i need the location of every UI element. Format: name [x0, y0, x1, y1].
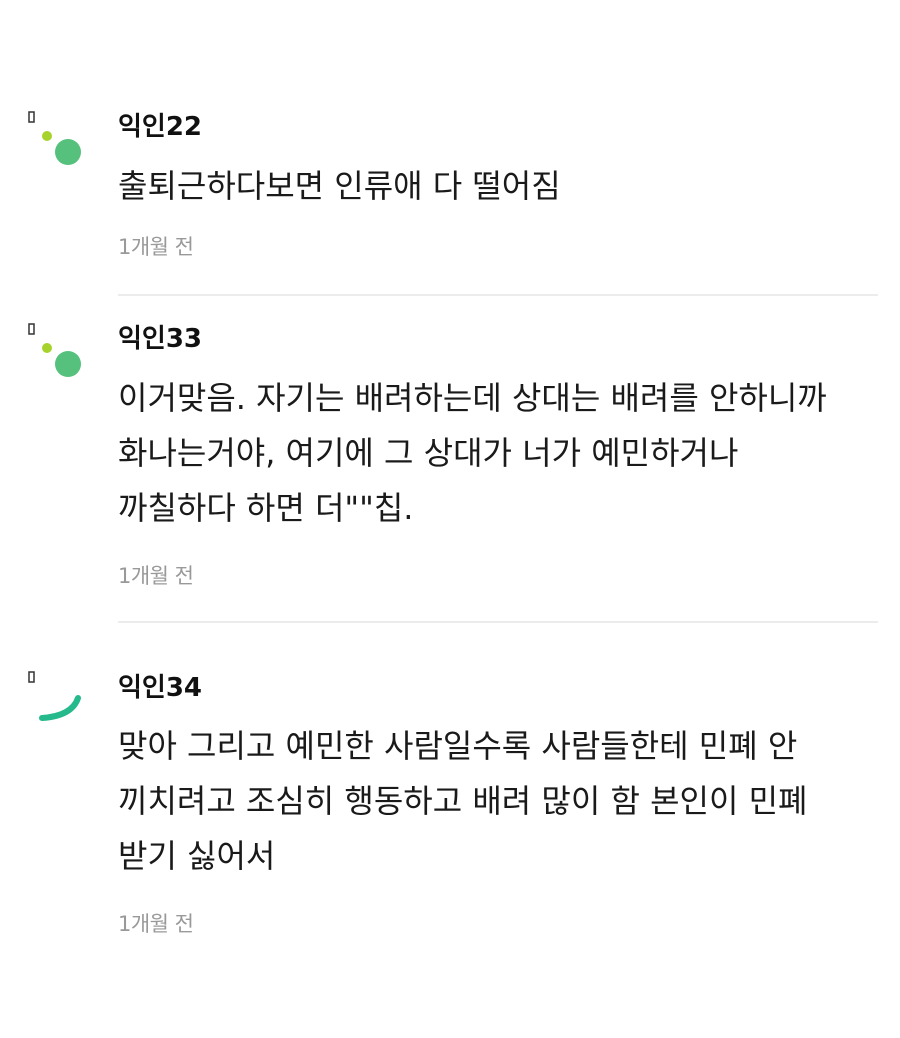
avatar-large-dot [55, 139, 81, 165]
avatar-tag-icon [28, 323, 35, 335]
avatar-tag-icon [28, 671, 35, 683]
avatar-small-dot [42, 131, 52, 141]
comment-body: 이거맞음. 자기는 배려하는데 상대는 배려를 안하니까 화나는거야, 여기에 … [118, 379, 827, 527]
anonymous-avatar-dots-icon [28, 111, 81, 165]
comment-body: 맞아 그리고 예민한 사람일수록 사람들한테 민폐 안 끼치려고 조심히 행동하… [118, 727, 808, 875]
comment-time: 1개월 전 [118, 912, 194, 936]
avatar-small-dot [42, 343, 52, 353]
avatar-arc [39, 695, 81, 721]
avatar-large-dot [55, 351, 81, 377]
anonymous-avatar-arc-icon [28, 671, 81, 721]
comment-time: 1개월 전 [118, 564, 194, 588]
comment-time: 1개월 전 [118, 235, 194, 259]
anonymous-avatar-dots-icon [28, 323, 81, 377]
comment-divider [118, 621, 878, 623]
comment-divider [118, 294, 878, 296]
comment-author[interactable]: 익인33 [118, 324, 202, 354]
comment-author[interactable]: 익인34 [118, 673, 202, 703]
comment-author[interactable]: 익인22 [118, 112, 202, 142]
avatar-tag-icon [28, 111, 35, 123]
comment-body: 출퇴근하다보면 인류애 다 떨어짐 [118, 167, 561, 205]
